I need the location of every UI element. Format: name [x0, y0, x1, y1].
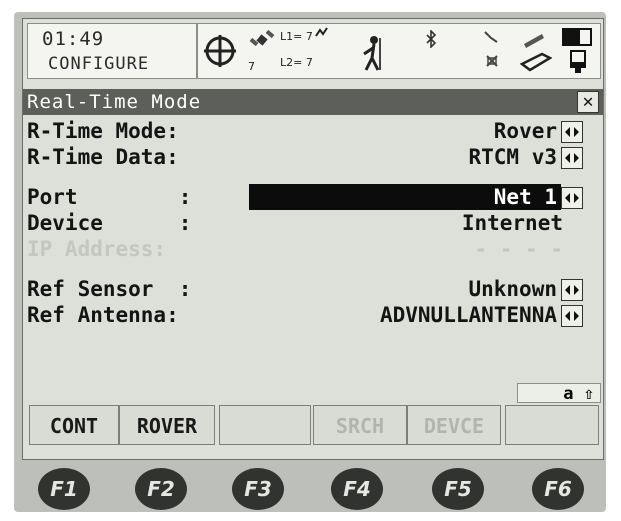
function-key-row: F1 F2 F3 F4 F5 F6 — [14, 464, 606, 512]
l1-count: L1= 7 — [280, 30, 313, 43]
f3-key[interactable]: F3 — [232, 468, 284, 510]
status-bar: 01:49 CONFIGURE 7 L1= 7 L2= 7 — [23, 19, 603, 85]
program-mode-label: CONFIGURE — [48, 54, 150, 74]
f6-softkey — [505, 405, 599, 445]
crosshair-icon — [204, 35, 236, 67]
field-label: IP Address: — [27, 237, 167, 261]
ip-address-row: IP Address: - - - - — [27, 237, 583, 261]
f6-key[interactable]: F6 — [532, 468, 584, 510]
time-panel: 01:49 CONFIGURE — [27, 23, 197, 79]
port-row[interactable]: Port : Net 1 — [27, 184, 583, 210]
rtime-mode-value: Rover — [493, 119, 557, 143]
device-value: Internet — [461, 211, 563, 235]
instrument-body: 01:49 CONFIGURE 7 L1= 7 L2= 7 Real-Time … — [14, 12, 606, 512]
dialog-title-bar: Real-Time Mode ✕ — [23, 89, 603, 115]
f2-key[interactable]: F2 — [135, 468, 187, 510]
satellite-total: 7 — [248, 60, 255, 73]
rtime-data-value: RTCM v3 — [468, 145, 557, 169]
field-label: Port : — [27, 185, 192, 209]
rover-softkey[interactable]: ROVER — [119, 405, 215, 445]
close-button[interactable]: ✕ — [577, 91, 599, 113]
ref-sensor-value: Unknown — [468, 277, 557, 301]
device-row: Device : Internet — [27, 211, 583, 235]
radio-link-icon — [484, 31, 498, 67]
l2-count: L2= 7 — [280, 56, 313, 69]
field-label: Device : — [27, 211, 192, 235]
rtime-data-row[interactable]: R-Time Data: RTCM v3 — [27, 145, 583, 169]
satellite-icon — [249, 29, 275, 47]
field-label: Ref Antenna: — [27, 303, 179, 327]
close-icon: ✕ — [582, 91, 594, 112]
selector-arrows-icon[interactable] — [561, 187, 583, 209]
ref-antenna-value: ADVNULLANTENNA — [379, 303, 557, 327]
ref-antenna-row[interactable]: Ref Antenna: ADVNULLANTENNA — [27, 303, 583, 327]
bluetooth-icon — [426, 30, 437, 48]
ref-sensor-row[interactable]: Ref Sensor : Unknown — [27, 277, 583, 301]
input-mode-indicator: a ⇧ — [517, 383, 601, 404]
rtime-mode-row[interactable]: R-Time Mode: Rover — [27, 119, 583, 143]
field-label: R-Time Mode: — [27, 119, 179, 143]
f4-key[interactable]: F4 — [331, 468, 383, 510]
selector-arrows-icon[interactable] — [561, 147, 583, 169]
dialog-title: Real-Time Mode — [27, 91, 202, 113]
field-label: Ref Sensor : — [27, 277, 192, 301]
signal-icon — [315, 27, 328, 37]
memory-card-icon — [520, 34, 552, 72]
selector-arrows-icon[interactable] — [561, 121, 583, 143]
selector-arrows-icon[interactable] — [561, 279, 583, 301]
field-label: R-Time Data: — [27, 145, 179, 169]
cont-softkey[interactable]: CONT — [29, 405, 119, 445]
status-icons-panel: 7 L1= 7 L2= 7 — [197, 23, 601, 79]
softkey-bar: CONT ROVER SRCH DEVCE — [23, 405, 603, 447]
f1-key[interactable]: F1 — [38, 468, 90, 510]
battery-icon — [562, 28, 592, 73]
srch-softkey: SRCH — [313, 405, 407, 445]
f3-softkey — [219, 405, 311, 445]
display-screen: 01:49 CONFIGURE 7 L1= 7 L2= 7 Real-Time … — [22, 18, 604, 460]
port-value: Net 1 — [493, 185, 557, 209]
f5-key[interactable]: F5 — [432, 468, 484, 510]
ip-address-value: - - - - — [474, 237, 563, 261]
devce-softkey: DEVCE — [407, 405, 501, 445]
walking-person-icon — [363, 36, 381, 71]
selector-arrows-icon[interactable] — [561, 305, 583, 327]
clock: 01:49 — [42, 28, 105, 50]
